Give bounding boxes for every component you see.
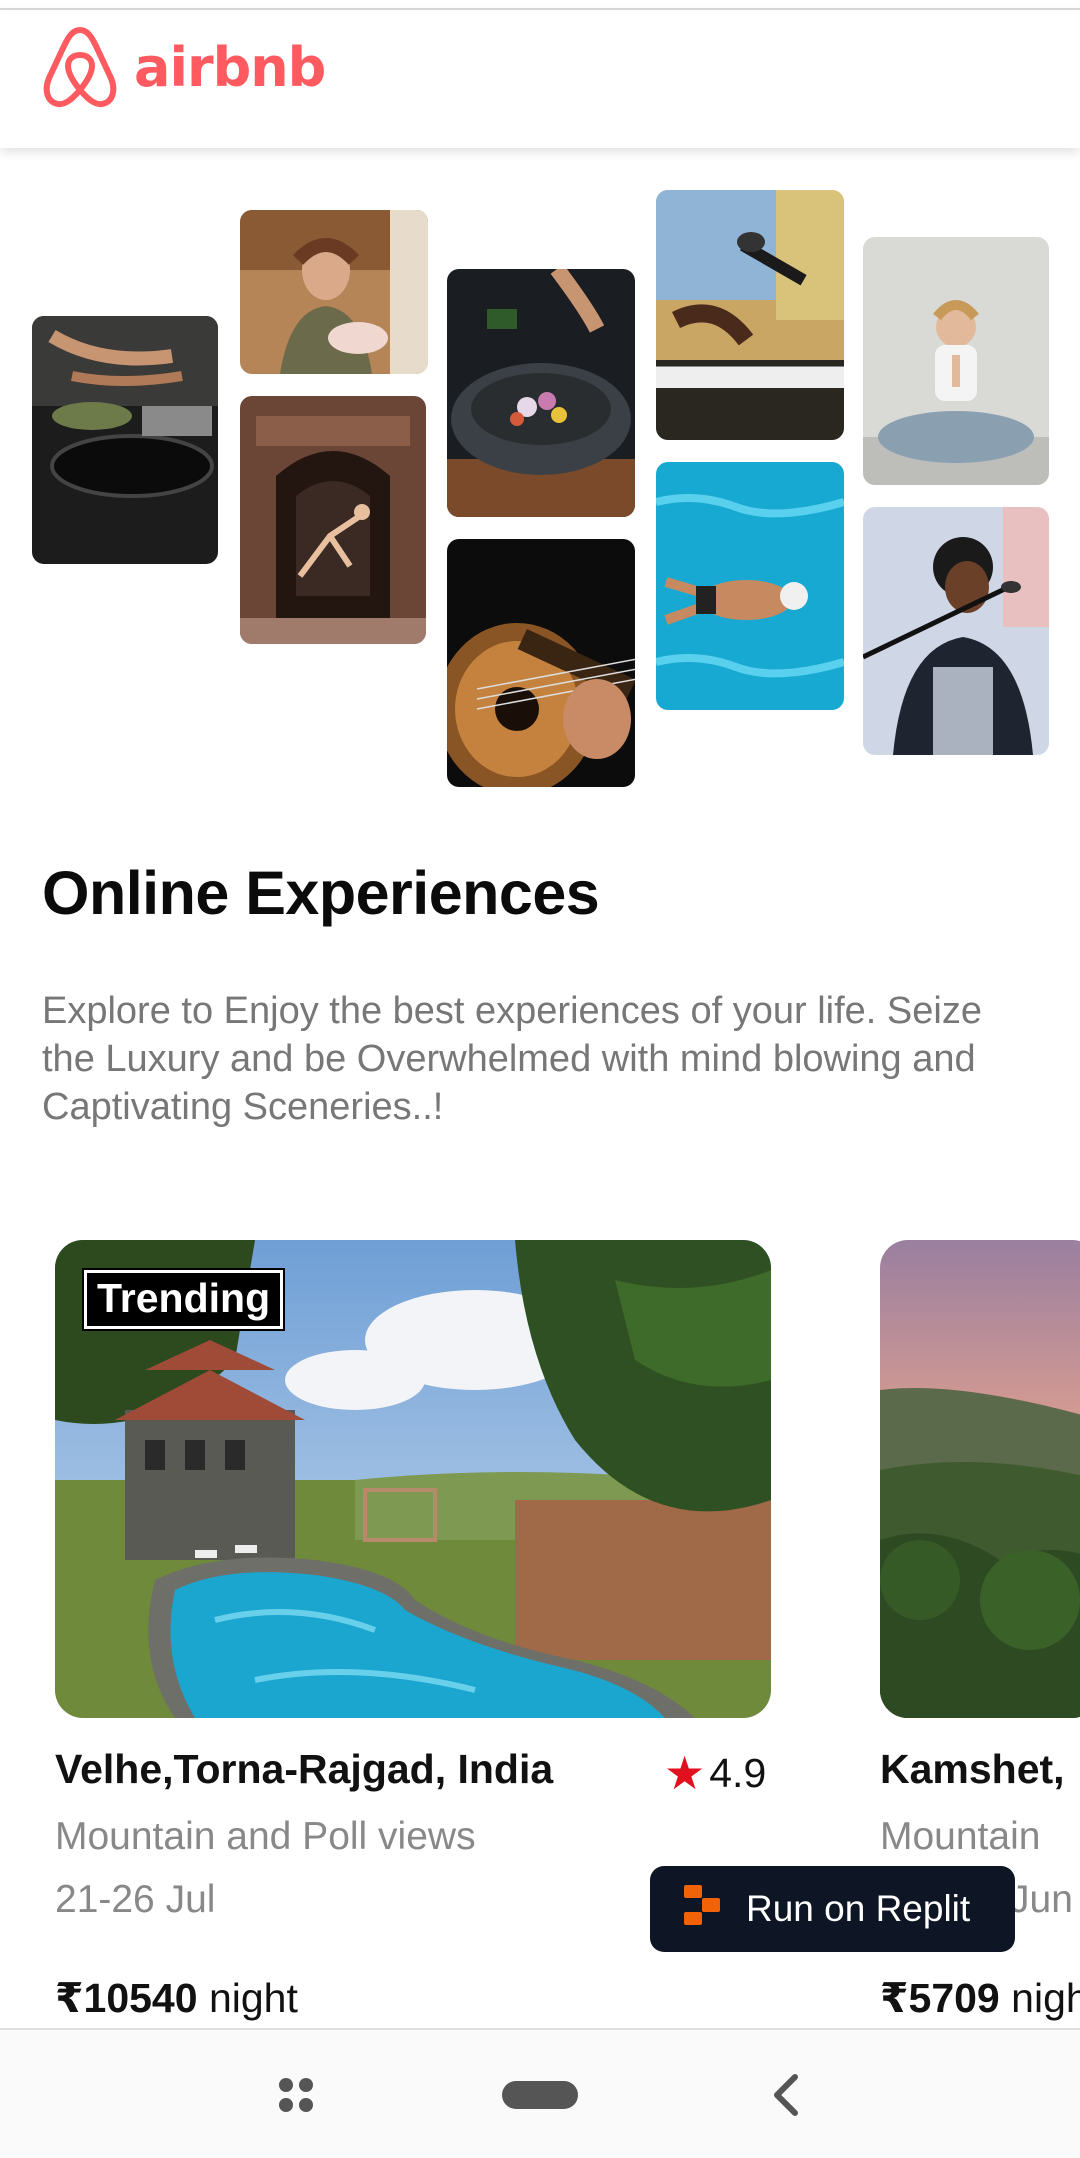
airbnb-logo[interactable]: airbnb <box>40 24 326 110</box>
star-icon: ★ <box>664 1747 706 1799</box>
singer-photo <box>863 507 1049 755</box>
listing-rating: ★ 4.9 <box>664 1746 766 1800</box>
status-bar-strip <box>0 0 1080 10</box>
listing-price: ₹5709 nigh <box>880 1974 1080 2022</box>
guitar-photo <box>447 539 635 787</box>
listing-photo-mountain[interactable] <box>880 1240 1080 1718</box>
swimmer-photo <box>656 462 844 710</box>
trending-badge: Trending <box>81 1268 286 1331</box>
page-description: Explore to Enjoy the best experiences of… <box>42 990 982 1128</box>
yoga-photo <box>863 237 1049 485</box>
home-pill-icon <box>502 2081 578 2109</box>
dancer-photo <box>240 396 426 644</box>
price-amount: ₹10540 <box>55 1975 198 2021</box>
brand-name: airbnb <box>134 35 326 99</box>
listing-location: Velhe,Torna-Rajgad, India <box>55 1746 554 1792</box>
chef-photo <box>240 210 428 374</box>
listing-price: ₹10540 night <box>55 1974 298 2022</box>
listing-subtitle: Mountain and Poll views <box>55 1815 476 1858</box>
listing-dates: Jun <box>1010 1878 1073 1921</box>
run-on-replit-button[interactable]: Run on Replit <box>650 1866 1015 1952</box>
listing-dates: 21-26 Jul <box>55 1878 216 1921</box>
price-amount: ₹5709 <box>880 1975 1000 2021</box>
price-unit: night <box>208 1975 298 2021</box>
cooking-photo <box>32 316 218 564</box>
back-button[interactable] <box>716 2030 856 2158</box>
back-icon <box>774 2074 798 2116</box>
keyboard-mic-photo <box>656 190 844 440</box>
replit-label: Run on Replit <box>746 1888 971 1929</box>
airbnb-belo-icon <box>40 24 120 110</box>
recent-apps-button[interactable] <box>226 2030 366 2158</box>
system-nav-bar <box>0 2028 1080 2158</box>
price-unit: nigh <box>1011 1975 1080 2021</box>
rating-value: 4.9 <box>709 1749 767 1796</box>
listing-subtitle: Mountain <box>880 1815 1041 1858</box>
app-header: airbnb <box>0 10 1080 148</box>
listing-location: Kamshet, <box>880 1746 1065 1792</box>
food-bowl-photo <box>447 269 635 517</box>
home-button[interactable] <box>470 2030 610 2158</box>
replit-icon <box>682 1883 722 1936</box>
page-title: Online Experiences <box>42 859 600 927</box>
recent-apps-icon <box>279 2078 313 2112</box>
